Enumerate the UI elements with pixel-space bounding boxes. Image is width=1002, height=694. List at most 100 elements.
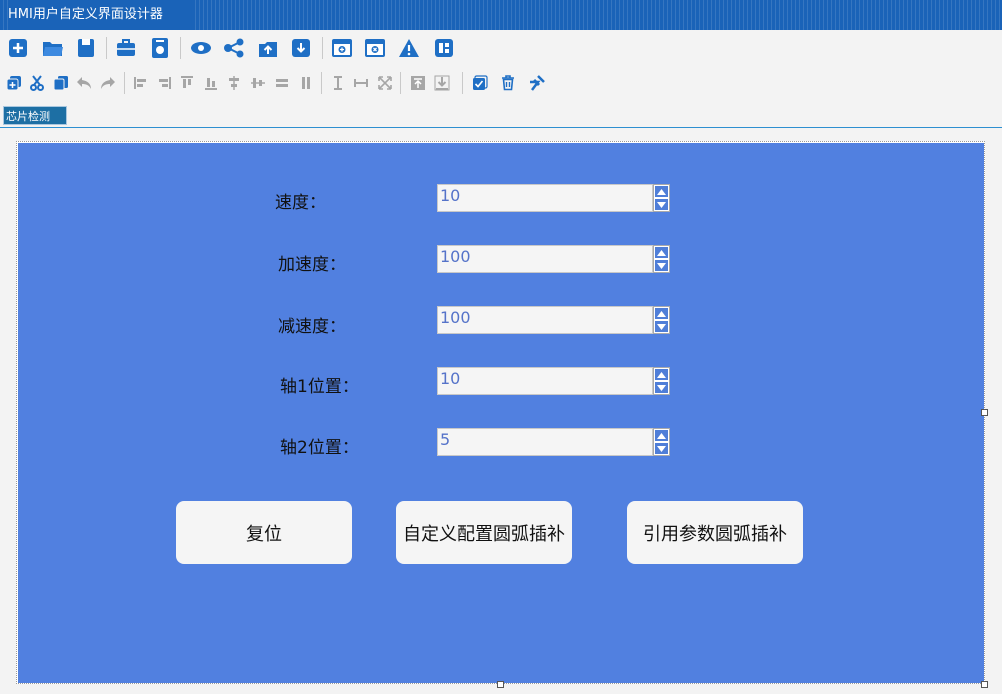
send-to-back-icon — [434, 75, 450, 91]
undo-button[interactable] — [72, 71, 96, 95]
new-page-icon — [9, 39, 27, 57]
design-canvas[interactable] — [18, 143, 984, 683]
resize-handle-corner[interactable] — [981, 681, 988, 688]
resize-handle-right[interactable] — [981, 409, 988, 416]
download-button[interactable] — [289, 36, 313, 60]
clear-button[interactable] — [524, 71, 548, 95]
toolbox-button[interactable] — [114, 36, 138, 60]
axis1-position-label: 轴1位置： — [280, 377, 359, 397]
share-button[interactable] — [222, 36, 246, 60]
acceleration-spinbox[interactable]: 100 — [437, 245, 670, 273]
spin-down-icon[interactable] — [655, 260, 668, 271]
preview-button[interactable] — [189, 36, 213, 60]
align-center-vertical-icon — [229, 76, 239, 90]
bring-to-front-icon — [411, 76, 425, 90]
spin-up-icon[interactable] — [655, 308, 668, 319]
add-window-button[interactable] — [330, 36, 354, 60]
delete-button[interactable] — [496, 71, 520, 95]
open-folder-icon — [43, 42, 63, 56]
download-icon — [292, 39, 310, 57]
speed-spin-control[interactable] — [653, 184, 670, 212]
deceleration-spinbox[interactable]: 100 — [437, 306, 670, 334]
bring-to-front-button[interactable] — [406, 71, 430, 95]
param-arc-interpolation-button[interactable]: 引用参数圆弧插补 — [627, 501, 803, 564]
reset-button[interactable]: 复位 — [176, 501, 352, 564]
redo-icon — [101, 77, 115, 89]
spin-down-icon[interactable] — [655, 199, 668, 210]
add-window-icon — [332, 39, 352, 57]
spin-down-icon[interactable] — [655, 321, 668, 332]
open-button[interactable] — [41, 36, 65, 60]
axis2-position-spinbox[interactable]: 5 — [437, 428, 670, 456]
axis1-position-input[interactable]: 10 — [437, 367, 653, 395]
send-to-back-button[interactable] — [430, 71, 454, 95]
axis1-spin-control[interactable] — [653, 367, 670, 395]
save-button[interactable] — [74, 36, 98, 60]
align-left-icon — [134, 77, 146, 89]
speed-input[interactable]: 10 — [437, 184, 653, 212]
align-center-vertical-button[interactable] — [222, 71, 246, 95]
delete-icon — [502, 75, 514, 91]
device-settings-button[interactable] — [148, 36, 172, 60]
speed-label: 速度： — [275, 193, 326, 213]
spin-up-icon[interactable] — [655, 369, 668, 380]
share-nodes-icon — [224, 38, 244, 58]
align-left-button[interactable] — [129, 71, 153, 95]
custom-arc-interpolation-button[interactable]: 自定义配置圆弧插补 — [396, 501, 572, 564]
resize-handle-bottom[interactable] — [497, 681, 504, 688]
same-height-button[interactable] — [326, 71, 350, 95]
distribute-horizontal-icon — [276, 79, 288, 87]
save-icon — [78, 39, 94, 57]
close-window-icon — [365, 39, 385, 57]
distribute-horizontal-button[interactable] — [270, 71, 294, 95]
same-width-button[interactable] — [349, 71, 373, 95]
acceleration-label: 加速度： — [278, 255, 346, 275]
deceleration-input[interactable]: 100 — [437, 306, 653, 334]
align-center-horizontal-button[interactable] — [246, 71, 270, 95]
edit-toolbar — [0, 66, 1002, 100]
select-all-icon — [473, 75, 488, 90]
close-window-button[interactable] — [363, 36, 387, 60]
axis2-position-input[interactable]: 5 — [437, 428, 653, 456]
spin-up-icon[interactable] — [655, 247, 668, 258]
align-bottom-icon — [205, 78, 217, 90]
axis2-spin-control[interactable] — [653, 428, 670, 456]
paste-icon — [53, 76, 68, 91]
align-right-icon — [159, 77, 171, 89]
select-all-button[interactable] — [468, 71, 492, 95]
tab-chip-inspection[interactable]: 芯片检测 — [3, 106, 67, 125]
axis1-position-spinbox[interactable]: 10 — [437, 367, 670, 395]
same-size-button[interactable] — [373, 71, 397, 95]
distribute-vertical-button[interactable] — [294, 71, 318, 95]
align-top-icon — [181, 76, 193, 88]
spin-down-icon[interactable] — [655, 443, 668, 454]
undo-icon — [77, 77, 91, 89]
align-right-button[interactable] — [152, 71, 176, 95]
align-top-button[interactable] — [175, 71, 199, 95]
layout-button[interactable] — [432, 36, 456, 60]
upload-icon — [259, 42, 277, 57]
redo-button[interactable] — [96, 71, 120, 95]
speed-spinbox[interactable]: 10 — [437, 184, 670, 212]
upload-button[interactable] — [256, 36, 280, 60]
copy-icon — [6, 76, 21, 91]
clear-icon — [530, 75, 545, 91]
acceleration-input[interactable]: 100 — [437, 245, 653, 273]
copy-button[interactable] — [2, 71, 26, 95]
deceleration-spin-control[interactable] — [653, 306, 670, 334]
toolbox-icon — [117, 39, 135, 56]
align-center-horizontal-icon — [251, 78, 265, 88]
cut-button[interactable] — [25, 71, 49, 95]
same-width-icon — [354, 79, 368, 87]
acceleration-spin-control[interactable] — [653, 245, 670, 273]
spin-down-icon[interactable] — [655, 382, 668, 393]
deceleration-label: 减速度： — [278, 317, 346, 337]
new-page-button[interactable] — [6, 36, 30, 60]
spin-up-icon[interactable] — [655, 430, 668, 441]
align-bottom-button[interactable] — [199, 71, 223, 95]
main-toolbar — [0, 31, 1002, 65]
warning-icon — [399, 39, 419, 57]
warning-button[interactable] — [397, 36, 421, 60]
paste-button[interactable] — [49, 71, 73, 95]
spin-up-icon[interactable] — [655, 186, 668, 197]
